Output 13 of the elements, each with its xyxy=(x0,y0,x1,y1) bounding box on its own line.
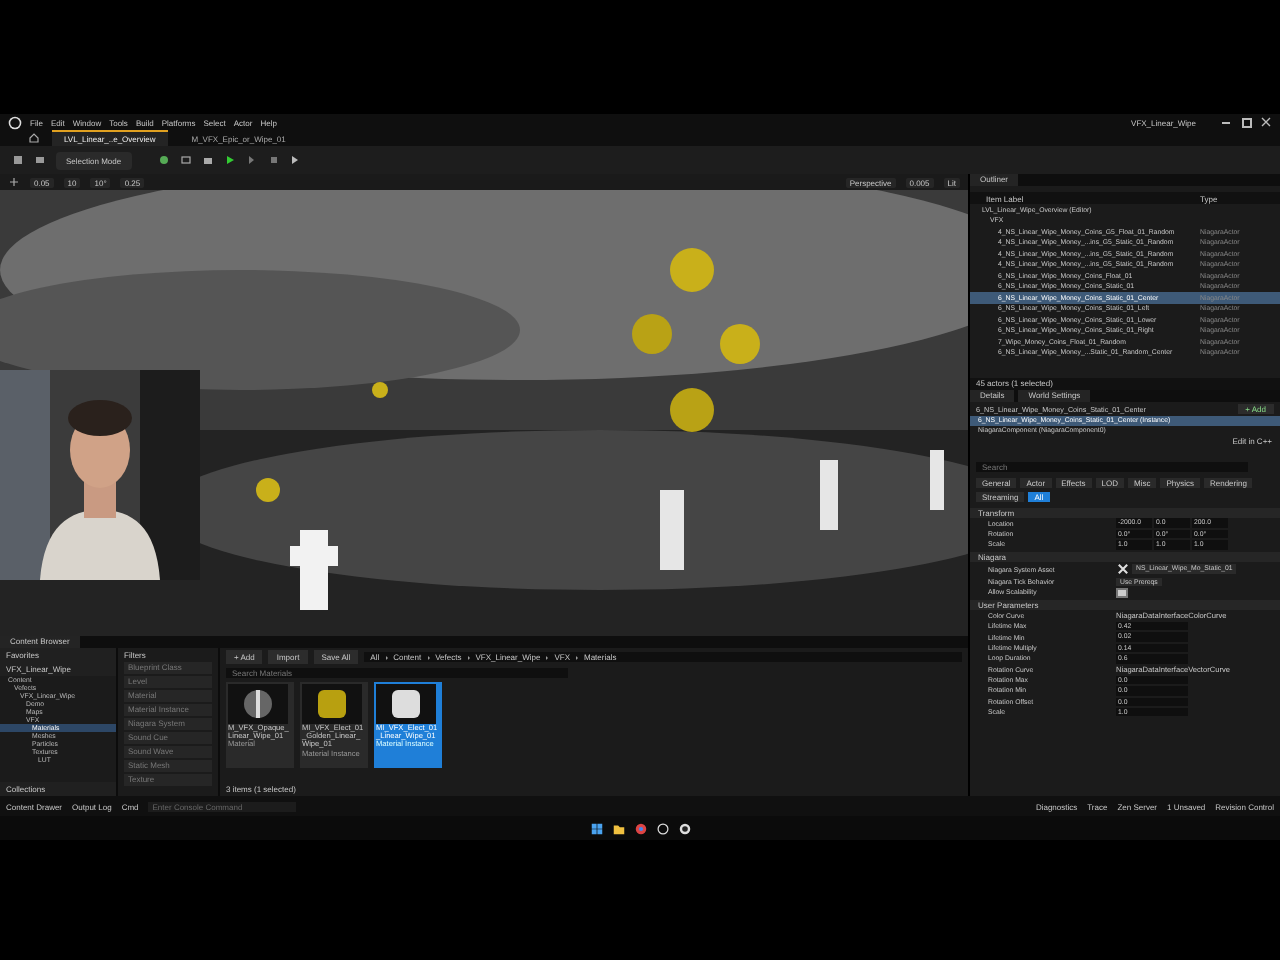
browser-icon[interactable] xyxy=(633,821,647,835)
play-icon[interactable] xyxy=(223,154,236,166)
transform-tools-icon[interactable] xyxy=(8,176,20,188)
material-thumbnail-icon xyxy=(228,684,288,724)
material-thumbnail-icon xyxy=(302,684,362,724)
close-icon[interactable] xyxy=(1260,116,1272,128)
minimize-icon[interactable] xyxy=(1220,116,1232,128)
maximize-icon[interactable] xyxy=(1240,116,1252,128)
home-icon[interactable] xyxy=(28,132,40,144)
windows-icon[interactable] xyxy=(589,821,603,835)
material-thumbnail-icon xyxy=(376,684,436,724)
checkbox[interactable] xyxy=(1116,587,1127,599)
app-icon[interactable] xyxy=(677,821,691,835)
